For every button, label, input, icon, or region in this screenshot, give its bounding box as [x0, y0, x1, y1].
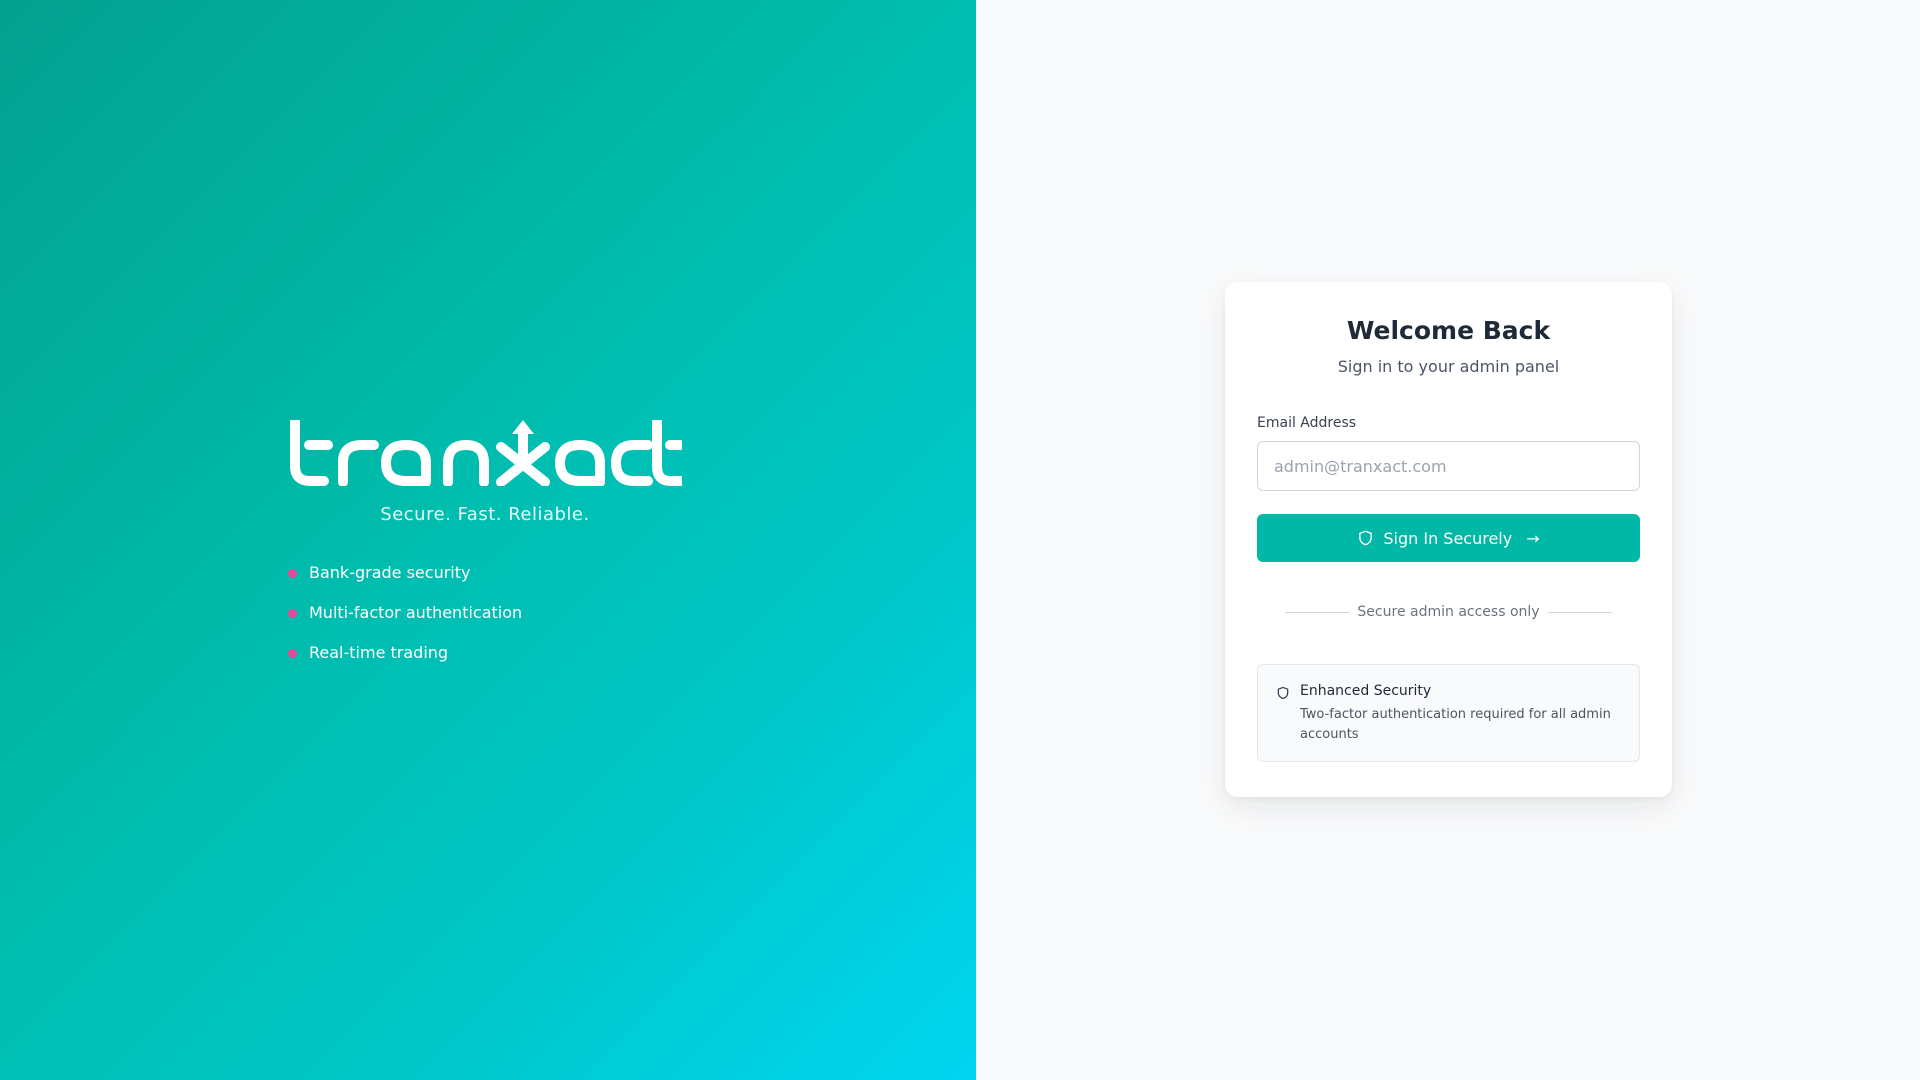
brand-block: Secure. Fast. Reliable. Bank-grade secur…	[288, 420, 682, 681]
feature-item: Real-time trading	[288, 641, 682, 665]
arrow-right-icon: →	[1526, 528, 1540, 548]
feature-item: Multi-factor authentication	[288, 601, 682, 625]
bullet-dot-icon	[288, 649, 297, 658]
divider-line	[1285, 611, 1350, 613]
shield-icon	[1357, 529, 1374, 547]
email-label: Email Address	[1257, 415, 1357, 431]
hero-panel: Secure. Fast. Reliable. Bank-grade secur…	[0, 0, 976, 1080]
feature-label: Real-time trading	[309, 643, 449, 662]
notice-title: Enhanced Security	[1300, 683, 1432, 699]
login-subtitle: Sign in to your admin panel	[1337, 357, 1560, 376]
brand-tagline: Secure. Fast. Reliable.	[380, 504, 590, 525]
login-title: Welcome Back	[1346, 316, 1551, 345]
feature-item: Bank-grade security	[288, 561, 682, 585]
bullet-dot-icon	[288, 569, 297, 578]
divider-text: Secure admin access only	[1357, 604, 1540, 620]
sign-in-label: Sign In Securely	[1383, 528, 1513, 548]
feature-label: Multi-factor authentication	[309, 603, 523, 622]
shield-icon	[1276, 685, 1290, 761]
access-divider: Secure admin access only	[1257, 602, 1640, 622]
sign-in-button[interactable]: Sign In Securely →	[1257, 514, 1640, 562]
divider-line	[1547, 611, 1612, 613]
feature-list: Bank-grade security Multi-factor authent…	[288, 561, 682, 665]
security-notice: Enhanced Security Two-factor authenticat…	[1257, 664, 1640, 762]
notice-text: Two-factor authentication required for a…	[1300, 707, 1611, 742]
tranxact-logo	[290, 420, 682, 486]
notice-body: Enhanced Security Two-factor authenticat…	[1300, 681, 1623, 761]
feature-label: Bank-grade security	[309, 563, 471, 582]
bullet-dot-icon	[288, 609, 297, 618]
login-card: Welcome Back Sign in to your admin panel…	[1225, 282, 1672, 797]
email-input[interactable]	[1257, 441, 1640, 491]
